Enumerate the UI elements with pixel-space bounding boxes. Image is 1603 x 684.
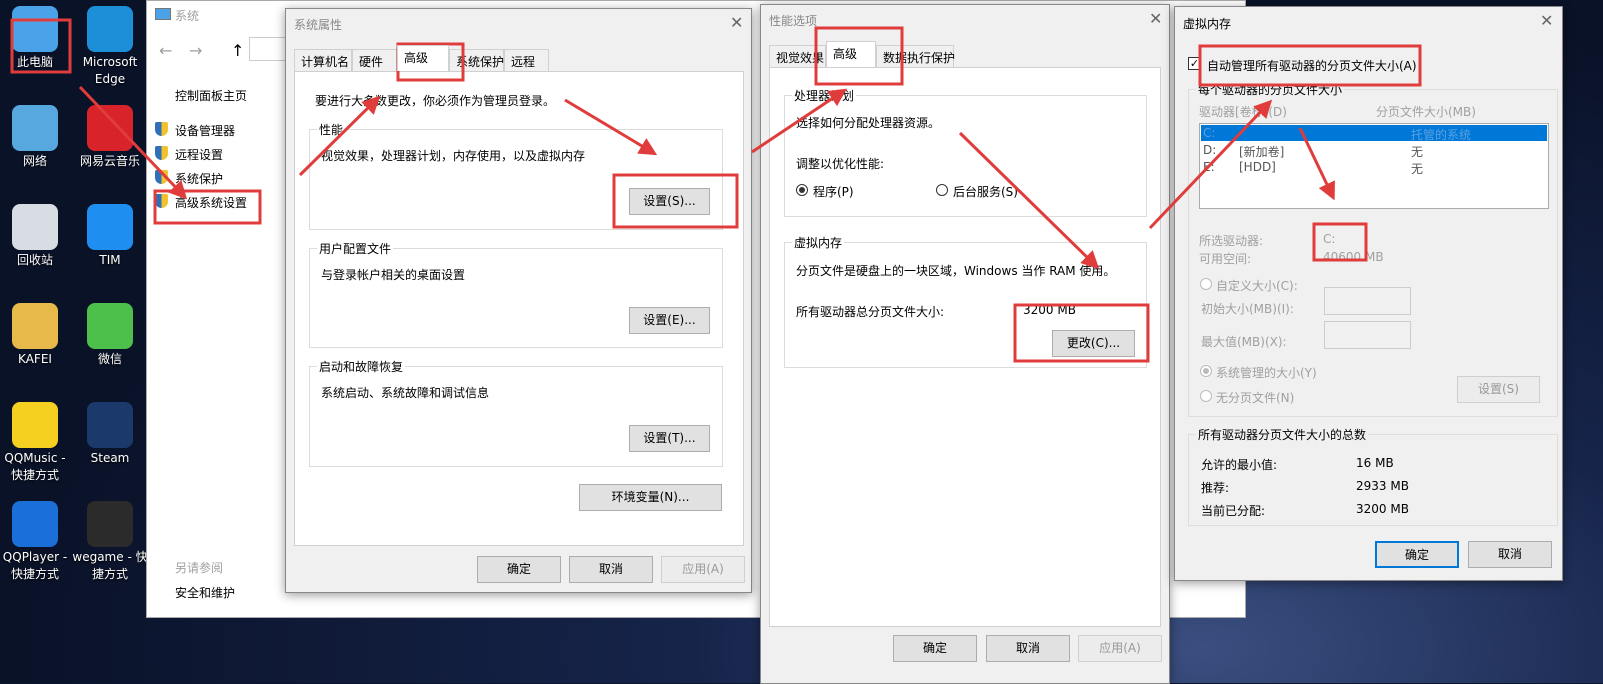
annotation-arrow: [751, 88, 847, 154]
annotation-arrow: [564, 98, 658, 156]
annotation-arrow: [1148, 99, 1273, 230]
annotation-arrow: [1298, 127, 1335, 201]
highlight-box: [153, 189, 262, 225]
tab[interactable]: 高级: [397, 45, 449, 71]
highlight-box: [1198, 44, 1422, 87]
highlight-box: [1312, 222, 1368, 262]
tab[interactable]: 高级: [826, 41, 876, 67]
annotation-overlay: [10, 18, 1422, 363]
annotation-arrow: [78, 85, 188, 200]
annotation-arrow: [298, 95, 381, 177]
highlight-box: [1013, 303, 1150, 363]
annotation-arrow: [958, 131, 1100, 270]
highlight-box: [10, 18, 72, 74]
highlight-box: [612, 173, 739, 229]
